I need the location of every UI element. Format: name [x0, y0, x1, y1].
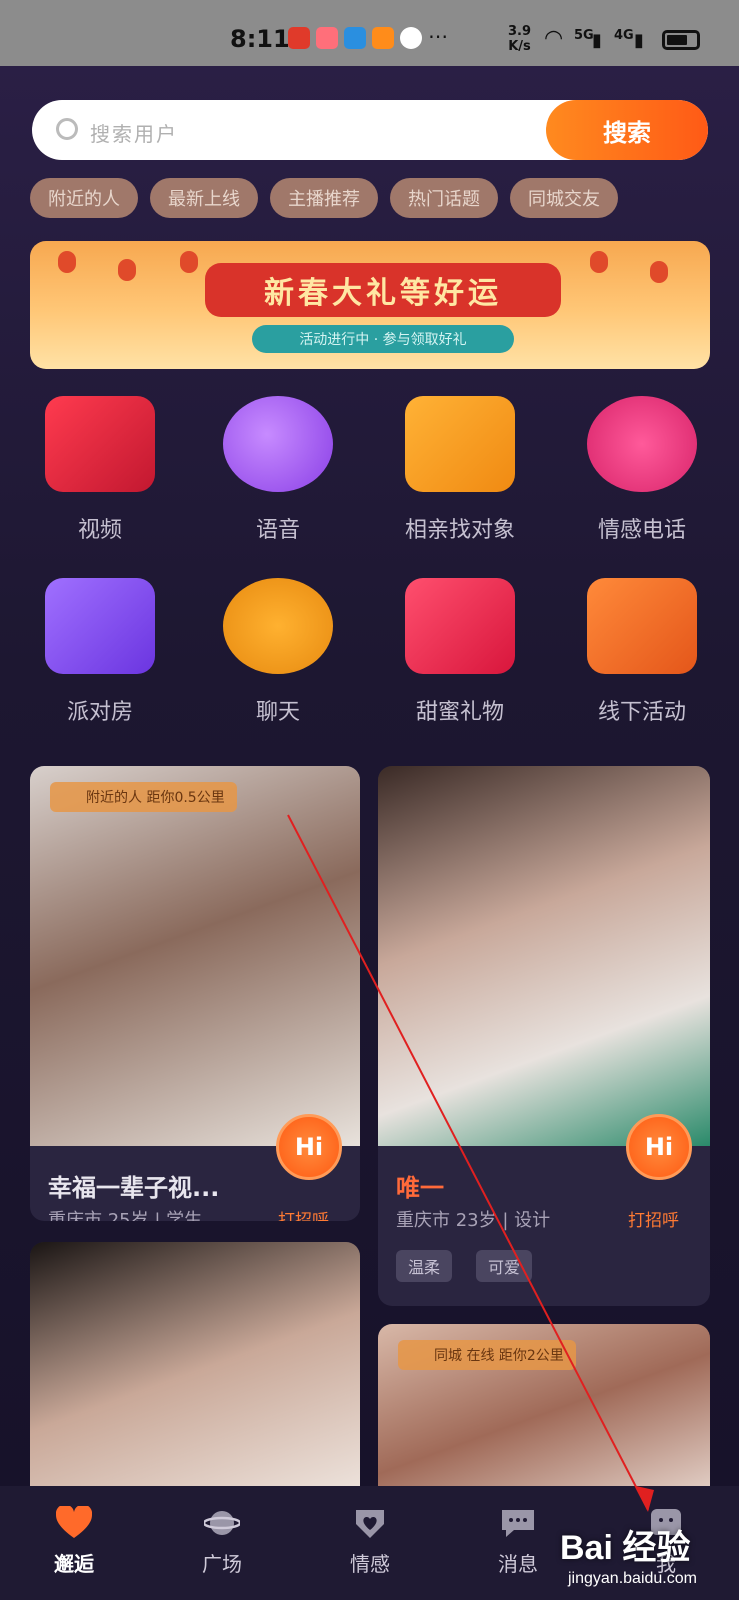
grid-item-party[interactable]: 派对房 — [8, 578, 192, 726]
user-meta: 重庆市 23岁 | 设计 — [396, 1210, 551, 1231]
tag-chip[interactable]: 主播推荐 — [270, 178, 378, 218]
promo-banner[interactable]: 新春大礼等好运 活动进行中 · 参与领取好礼 — [30, 241, 710, 369]
phone-heart-icon — [587, 396, 697, 492]
net-speed-unit: K/s — [508, 39, 531, 54]
nav-label: 邂逅 — [54, 1552, 94, 1576]
baidu-watermark-url: jingyan.baidu.com — [568, 1570, 697, 1587]
tag-chip[interactable]: 附近的人 — [30, 178, 138, 218]
more-dots-icon: ⋯ — [428, 24, 448, 48]
status-time: 8:11 — [230, 25, 290, 53]
sohu-video-icon — [288, 27, 310, 49]
signal-bars-icon-2: ▮ — [634, 30, 644, 51]
user-card[interactable] — [30, 1242, 360, 1486]
heart-shield-nav-icon — [352, 1506, 388, 1540]
gift-box-icon — [405, 578, 515, 674]
nav-label: 情感 — [350, 1552, 390, 1576]
signal-5g-label: 5G — [574, 28, 594, 43]
grid-item-chat[interactable]: 聊天 — [186, 578, 370, 726]
tag-row: 附近的人 最新上线 主播推荐 热门话题 同城交友 — [30, 178, 739, 220]
nav-item-plaza[interactable]: 广场 — [148, 1486, 296, 1600]
camera-gift-icon — [405, 396, 515, 492]
signal-4g-label: 4G — [614, 28, 634, 43]
say-hi-button[interactable]: Hi — [626, 1114, 692, 1180]
grid-item-label: 视频 — [77, 518, 122, 543]
user-photo — [30, 1242, 360, 1486]
planet-nav-icon — [202, 1506, 242, 1540]
grid-item-offline[interactable]: 线下活动 — [550, 578, 734, 726]
grid-item-label: 派对房 — [66, 700, 133, 725]
net-speed: 3.9 K/s — [508, 24, 531, 54]
net-speed-value: 3.9 — [508, 24, 532, 39]
user-card[interactable]: 同城 在线 距你2公里 — [378, 1324, 710, 1486]
video-card-icon — [45, 396, 155, 492]
search-bar[interactable]: 搜索用户 搜索 — [32, 100, 708, 160]
lantern-icon — [180, 251, 198, 273]
hearts-icon — [223, 396, 333, 492]
nav-label: 广场 — [202, 1552, 242, 1576]
interest-chip: 温柔 — [396, 1250, 453, 1282]
banner-subtitle: 活动进行中 · 参与领取好礼 — [252, 325, 514, 353]
search-input[interactable]: 搜索用户 — [90, 118, 178, 147]
wifi-icon: ◠ — [544, 26, 564, 51]
say-hi-label: 打招呼 — [628, 1211, 679, 1231]
shopping-bag-icon — [316, 27, 338, 49]
grid-item-label: 情感电话 — [597, 518, 686, 543]
banner-title: 新春大礼等好运 — [205, 263, 561, 317]
status-app-icons: ⋯ — [288, 24, 448, 49]
user-photo — [30, 766, 360, 1146]
search-button[interactable]: 搜索 — [546, 100, 708, 160]
lantern-icon — [58, 251, 76, 273]
chat-nav-icon — [500, 1506, 536, 1540]
battery-icon — [662, 30, 700, 50]
tag-chip[interactable]: 同城交友 — [510, 178, 618, 218]
nav-item-encounter[interactable]: 邂逅 — [0, 1486, 148, 1600]
grid-item-dating[interactable]: 相亲找对象 — [368, 396, 552, 544]
baidu-watermark: Bai 经验 — [560, 1529, 691, 1567]
user-meta: 重庆市 25岁 | 学生 — [48, 1210, 203, 1221]
grid-item-gift[interactable]: 甜蜜礼物 — [368, 578, 552, 726]
main-page: 搜索用户 搜索 附近的人 最新上线 主播推荐 热门话题 同城交友 新春大礼等好运… — [0, 66, 739, 1486]
say-hi-button[interactable]: Hi — [276, 1114, 342, 1180]
book-icon — [344, 27, 366, 49]
lantern-icon — [590, 251, 608, 273]
tag-chip[interactable]: 热门话题 — [390, 178, 498, 218]
tag-chip[interactable]: 最新上线 — [150, 178, 258, 218]
user-photo — [378, 766, 710, 1146]
user-name: 唯一 — [396, 1174, 444, 1202]
lantern-icon — [118, 259, 136, 281]
distance-tag: 同城 在线 距你2公里 — [398, 1340, 576, 1370]
status-bar: 8:11 ⋯ 3.9 K/s ◠ 5G ▮ 4G ▮ — [0, 0, 739, 66]
heart-nav-icon — [55, 1504, 93, 1540]
grid-item-call[interactable]: 情感电话 — [550, 396, 734, 544]
grid-item-voice[interactable]: 语音 — [186, 396, 370, 544]
nav-item-emotion[interactable]: 情感 — [296, 1486, 444, 1600]
search-icon — [56, 118, 78, 140]
distance-tag: 附近的人 距你0.5公里 — [50, 782, 237, 812]
grid-item-label: 甜蜜礼物 — [415, 700, 504, 725]
say-hi-label: 打招呼 — [278, 1211, 329, 1221]
interest-chip: 可爱 — [476, 1250, 533, 1282]
lantern-icon — [650, 261, 668, 283]
party-hat-icon — [45, 578, 155, 674]
lips-icon — [223, 578, 333, 674]
user-name: 幸福一辈子视... — [48, 1174, 220, 1202]
grid-item-label: 聊天 — [255, 700, 300, 725]
video-play-icon — [372, 27, 394, 49]
chat-bubble-icon — [400, 27, 422, 49]
grid-item-label: 相亲找对象 — [404, 518, 515, 543]
grid-item-video[interactable]: 视频 — [8, 396, 192, 544]
couple-icon — [587, 578, 697, 674]
grid-item-label: 线下活动 — [597, 700, 686, 725]
user-card[interactable]: Hi 唯一 重庆市 23岁 | 设计 打招呼 温柔 可爱 — [378, 766, 710, 1306]
signal-bars-icon: ▮ — [592, 30, 602, 51]
grid-item-label: 语音 — [255, 518, 300, 543]
user-card[interactable]: 附近的人 距你0.5公里 Hi 幸福一辈子视... 重庆市 25岁 | 学生 打… — [30, 766, 360, 1221]
